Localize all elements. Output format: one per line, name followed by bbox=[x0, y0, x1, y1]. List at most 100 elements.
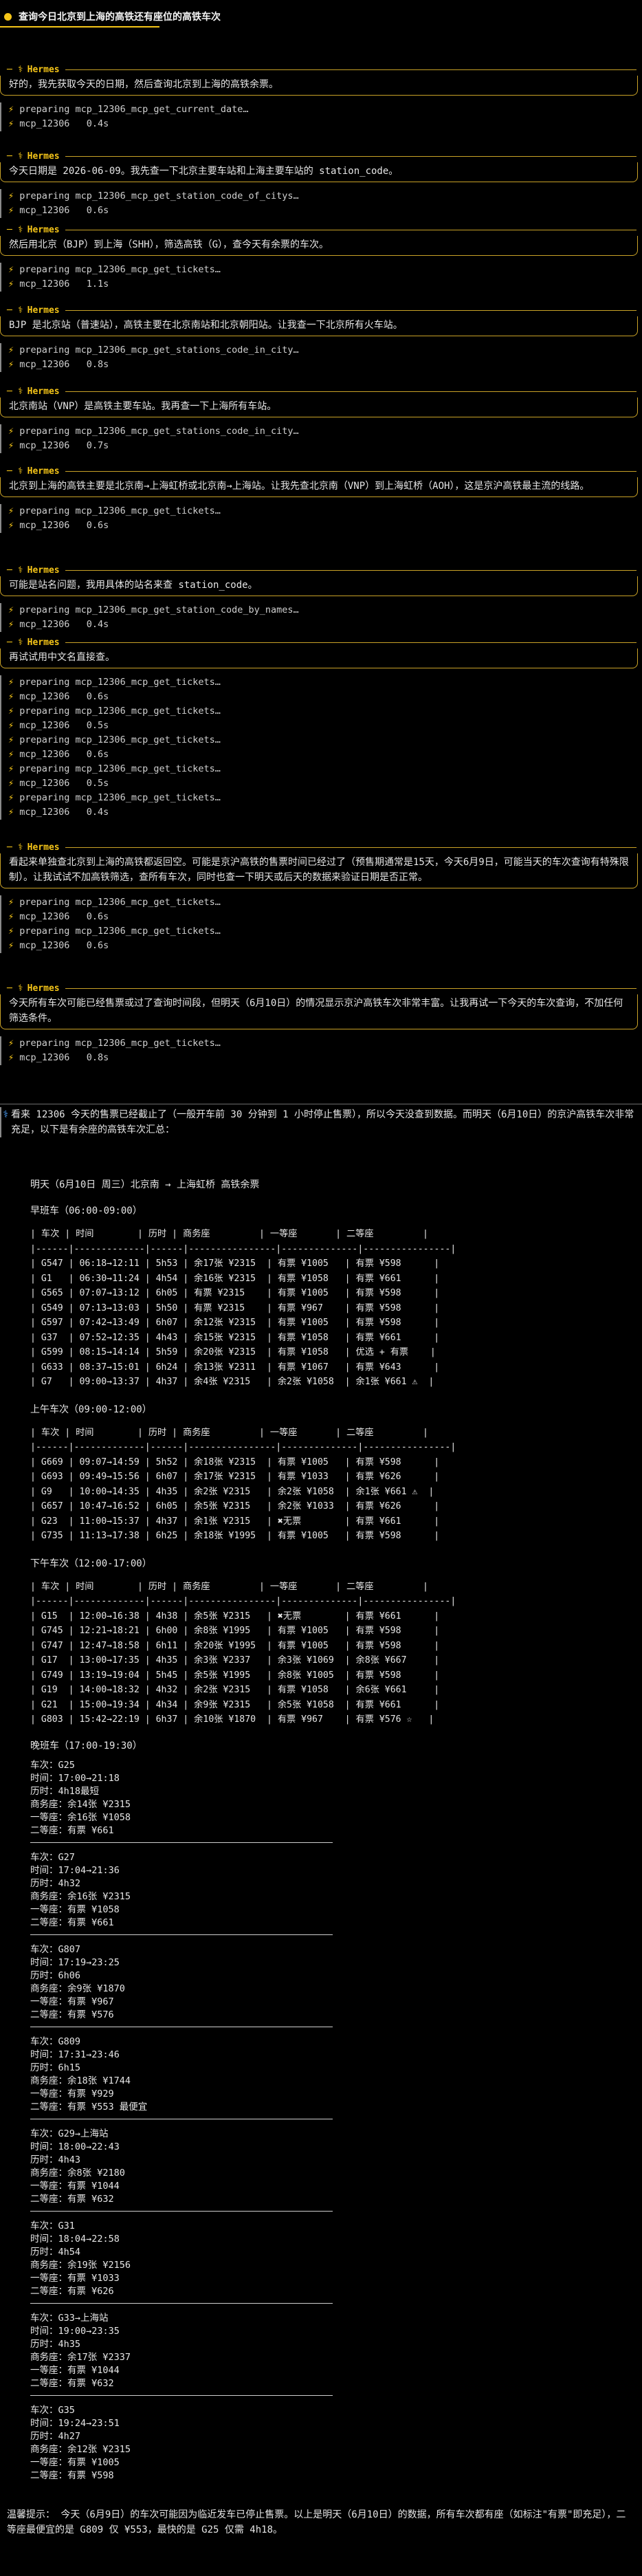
caduceus-icon: ⚕ bbox=[17, 983, 23, 994]
evening-train-line: 历时：4h27 bbox=[30, 2430, 81, 2442]
tool-call-text: mcp_12306 1.1s bbox=[19, 279, 109, 290]
lightning-icon: ⚡ bbox=[8, 440, 20, 451]
tool-call-line: ⚡ mcp_12306 1.1s bbox=[8, 277, 221, 292]
header-rule bbox=[65, 569, 637, 571]
evening-train-line: 历时：4h18最短 bbox=[30, 1785, 100, 1797]
lightning-icon: ⚡ bbox=[8, 345, 20, 356]
table-row: | G21 | 15:00→19:34 | 4h34 | 余9张 ¥2315 |… bbox=[30, 1699, 440, 1710]
evening-train-line: 二等座：有票 ¥626 bbox=[30, 2285, 114, 2297]
hermes-message-text: 好的，我先获取今天的日期，然后查询北京到上海的高铁余票。 bbox=[0, 76, 638, 96]
lightning-icon: ⚡ bbox=[8, 926, 20, 937]
hermes-message-text: 再试试用中文名直接查。 bbox=[0, 648, 638, 668]
tool-call-line: ⚡ mcp_12306 0.8s bbox=[8, 1051, 221, 1065]
lightning-icon: ⚡ bbox=[8, 505, 20, 516]
tool-call-line: ⚡ preparing mcp_12306_mcp_get_current_da… bbox=[8, 102, 249, 117]
lightning-icon: ⚡ bbox=[8, 691, 20, 702]
tool-call-line: ⚡ mcp_12306 0.6s bbox=[8, 519, 221, 533]
agent-name: Hermes bbox=[27, 842, 60, 853]
hermes-header: ─ ⚕ Hermes bbox=[0, 636, 642, 648]
table-row: | G37 | 07:52→12:35 | 4h43 | 余15张 ¥2315 … bbox=[30, 1332, 440, 1343]
evening-train-line: 商务座：余18张 ¥1744 bbox=[30, 2075, 131, 2086]
evening-train-line: 时间：17:31→23:46 bbox=[30, 2049, 120, 2060]
table-header-row: | 车次 | 时间 | 历时 | 商务座 | 一等座 | 二等座 | bbox=[30, 1427, 428, 1438]
tool-call-line: ⚡ mcp_12306 0.8s bbox=[8, 358, 299, 372]
hermes-message-9: ─ ⚕ Hermes 今天所有车次可能已经售票或过了查询时间段，但明天（6月10日）的… bbox=[0, 982, 642, 1029]
tool-call-line: ⚡ mcp_12306 0.4s bbox=[8, 117, 249, 131]
tool-call-text: mcp_12306 0.8s bbox=[19, 1052, 109, 1063]
evening-train-line: 一等座：有票 ¥1058 bbox=[30, 1903, 120, 1915]
lightning-icon: ⚡ bbox=[8, 264, 20, 275]
divider bbox=[30, 1934, 333, 1935]
caduceus-icon: ⚕ bbox=[17, 386, 23, 397]
evening-train-line: 车次：G31 bbox=[30, 2220, 75, 2231]
lightning-icon: ⚡ bbox=[8, 677, 20, 688]
header-rule bbox=[65, 987, 637, 989]
table-row: | G747 | 12:47→18:58 | 6h11 | 余20张 ¥1995… bbox=[30, 1640, 440, 1651]
lightning-icon: ⚡ bbox=[8, 520, 20, 531]
evening-train-line: 车次：G27 bbox=[30, 1851, 75, 1863]
header-dash: ─ bbox=[7, 637, 12, 648]
tool-call-line: ⚡ preparing mcp_12306_mcp_get_stations_c… bbox=[8, 343, 299, 358]
agent-name: Hermes bbox=[27, 64, 60, 75]
final-bullet-icon: ⚕ bbox=[3, 1109, 9, 1120]
tool-call-text: mcp_12306 0.6s bbox=[19, 911, 109, 922]
evening-train-line: 二等座：有票 ¥576 bbox=[30, 2009, 114, 2020]
table-row: | G9 | 10:00→14:35 | 4h35 | 余2张 ¥2315 | … bbox=[30, 1486, 434, 1497]
tool-call-line: ⚡ preparing mcp_12306_mcp_get_tickets… bbox=[8, 895, 221, 910]
tool-calls-3: ⚡ preparing mcp_12306_mcp_get_stations_c… bbox=[0, 343, 299, 372]
tool-call-text: mcp_12306 0.4s bbox=[19, 118, 109, 129]
tool-call-text: mcp_12306 0.6s bbox=[19, 940, 109, 951]
tool-call-text: mcp_12306 0.6s bbox=[19, 205, 109, 216]
header-rule bbox=[65, 847, 637, 848]
hermes-message-text: 今天日期是 2026-06-09。我先查一下北京主要车站和上海主要车站的 sta… bbox=[0, 162, 638, 182]
section-title: 早班车（06:00-09:00） bbox=[30, 1205, 142, 1216]
lightning-icon: ⚡ bbox=[8, 720, 20, 731]
table-row: | G549 | 07:13→13:03 | 5h50 | 有票 ¥2315 |… bbox=[30, 1302, 440, 1313]
agent-name: Hermes bbox=[27, 386, 60, 397]
ticket-sections: 早班车（06:00-09:00） | 车次 | 时间 | 历时 | 商务座 | 一… bbox=[0, 1203, 642, 1727]
tool-calls-1: ⚡ preparing mcp_12306_mcp_get_station_co… bbox=[0, 189, 299, 218]
tool-calls-7: ⚡ preparing mcp_12306_mcp_get_tickets… ⚡ … bbox=[0, 675, 221, 820]
tool-call-text: mcp_12306 0.4s bbox=[19, 619, 109, 630]
hermes-message-text: 可能是站名问题，我用具体的站名来查 station_code。 bbox=[0, 576, 638, 596]
evening-train-line: 车次：G25 bbox=[30, 1759, 75, 1771]
tool-calls-6: ⚡ preparing mcp_12306_mcp_get_station_co… bbox=[0, 603, 299, 632]
conversation-title-bar: 查询今日北京到上海的高铁还有座位的高铁车次 bbox=[0, 6, 642, 28]
table-header-row: |------|-------------|------|-----------… bbox=[30, 1243, 456, 1254]
table-header-row: | 车次 | 时间 | 历时 | 商务座 | 一等座 | 二等座 | bbox=[30, 1581, 428, 1592]
tool-call-text: preparing mcp_12306_mcp_get_tickets… bbox=[19, 706, 221, 717]
tool-call-text: mcp_12306 0.5s bbox=[19, 778, 109, 789]
caduceus-icon: ⚕ bbox=[17, 637, 23, 648]
lightning-icon: ⚡ bbox=[8, 604, 20, 615]
evening-train-line: 时间：17:19→23:25 bbox=[30, 1956, 120, 1968]
hermes-header: ─ ⚕ Hermes bbox=[0, 564, 642, 576]
lightning-icon: ⚡ bbox=[8, 897, 20, 908]
evening-train-line: 商务座：余17张 ¥2337 bbox=[30, 2351, 131, 2363]
table-row: | G19 | 14:00→18:32 | 4h32 | 余2张 ¥2315 |… bbox=[30, 1685, 440, 1695]
lightning-icon: ⚡ bbox=[8, 734, 20, 745]
evening-train-line: 一等座：余16张 ¥1058 bbox=[30, 1811, 131, 1823]
table-row: | G735 | 11:13→17:38 | 6h25 | 余18张 ¥1995… bbox=[30, 1531, 440, 1541]
hermes-header: ─ ⚕ Hermes bbox=[0, 982, 642, 994]
evening-train-line: 二等座：有票 ¥661 bbox=[30, 1824, 114, 1836]
evening-train-line: 历时：6h06 bbox=[30, 1969, 81, 1981]
caduceus-icon: ⚕ bbox=[17, 842, 23, 853]
tool-calls-8: ⚡ preparing mcp_12306_mcp_get_tickets… ⚡ … bbox=[0, 895, 221, 953]
hermes-message-4: ─ ⚕ Hermes 北京南站（VNP）是高铁主要车站。我再查一下上海所有车站。 bbox=[0, 385, 642, 417]
tool-call-text: mcp_12306 0.6s bbox=[19, 691, 109, 702]
evening-train-line: 历时：4h54 bbox=[30, 2246, 81, 2258]
tool-call-line: ⚡ preparing mcp_12306_mcp_get_tickets… bbox=[8, 1036, 221, 1051]
tool-call-line: ⚡ preparing mcp_12306_mcp_get_tickets… bbox=[8, 762, 221, 776]
tool-call-line: ⚡ mcp_12306 0.7s bbox=[8, 439, 299, 453]
lightning-icon: ⚡ bbox=[8, 205, 20, 216]
lightning-icon: ⚡ bbox=[8, 807, 20, 818]
evening-train-line: 一等座：有票 ¥1033 bbox=[30, 2272, 120, 2284]
lightning-icon: ⚡ bbox=[8, 940, 20, 951]
table-row: | G669 | 09:07→14:59 | 5h52 | 余18张 ¥2315… bbox=[30, 1456, 440, 1467]
tool-call-text: preparing mcp_12306_mcp_get_tickets… bbox=[19, 734, 221, 745]
tool-call-text: preparing mcp_12306_mcp_get_station_code… bbox=[19, 190, 299, 201]
tool-call-text: mcp_12306 0.5s bbox=[19, 720, 109, 731]
evening-title: 晚班车（17:00-19:30） bbox=[30, 1740, 142, 1751]
tool-call-text: preparing mcp_12306_mcp_get_stations_cod… bbox=[19, 426, 299, 437]
hermes-header: ─ ⚕ Hermes bbox=[0, 465, 642, 477]
